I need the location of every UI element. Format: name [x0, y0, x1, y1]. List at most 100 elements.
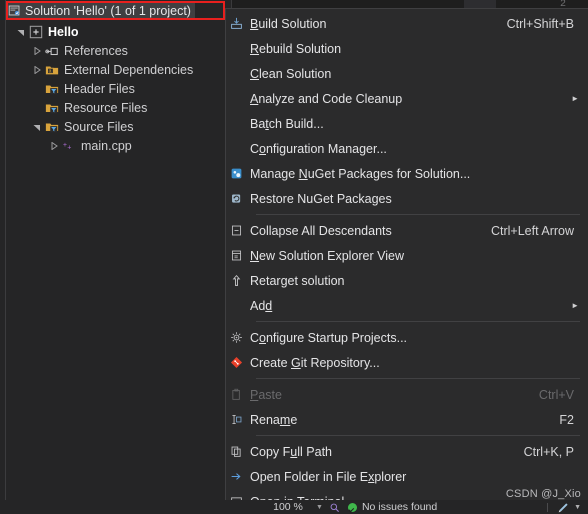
- status-bar-right-tools[interactable]: ▼: [557, 502, 588, 513]
- menu-item-shortcut: Ctrl+Shift+B: [506, 16, 574, 31]
- expander-collapsed-icon[interactable]: [47, 141, 60, 150]
- tree-item-external-dependencies[interactable]: a External Dependencies: [0, 60, 231, 79]
- menu-separator: [256, 378, 580, 379]
- menu-item-add[interactable]: Add ►: [226, 293, 588, 318]
- menu-item-shortcut: Ctrl+K, P: [523, 444, 574, 459]
- menu-item-create-git-repository[interactable]: Create Git Repository...: [226, 350, 588, 375]
- status-bar: 100 % ▼ No issues found ▼: [0, 500, 588, 514]
- menu-item-restore-nuget-packages[interactable]: Restore NuGet Packages: [226, 186, 588, 211]
- menu-item-label: Analyze and Code Cleanup: [250, 91, 403, 106]
- tree-item-label: References: [64, 43, 128, 58]
- magnifier-icon[interactable]: [329, 502, 348, 513]
- menu-item-label: Copy Full Path: [250, 444, 332, 459]
- rename-icon: [222, 413, 250, 426]
- menu-item-label: Add: [250, 298, 273, 313]
- tree-item-label: Source Files: [64, 119, 134, 134]
- copy-path-icon: [222, 445, 250, 458]
- menu-item-build-solution[interactable]: Build Solution Ctrl+Shift+B: [226, 11, 588, 36]
- expander-collapsed-icon[interactable]: [30, 46, 43, 55]
- filter-folder-icon: [43, 120, 60, 134]
- visual-studio-window: 2 Solution 'Hello' (1 of 1 project) Hell…: [0, 0, 588, 514]
- menu-item-analyze-and-code-cleanup[interactable]: Analyze and Code Cleanup ►: [226, 86, 588, 111]
- menu-item-configure-startup-projects[interactable]: Configure Startup Projects...: [226, 325, 588, 350]
- tree-item-source-files[interactable]: Source Files: [0, 117, 231, 136]
- paste-icon: [222, 388, 250, 401]
- menu-separator: [256, 435, 580, 436]
- solution-root-label: Solution 'Hello' (1 of 1 project): [25, 3, 191, 18]
- menu-item-paste: Paste Ctrl+V: [226, 382, 588, 407]
- collapse-icon: [222, 224, 250, 237]
- menu-item-rename[interactable]: Rename F2: [226, 407, 588, 432]
- menu-item-label: Configuration Manager...: [250, 141, 387, 156]
- menu-item-label: Manage NuGet Packages for Solution...: [250, 166, 471, 181]
- menu-item-configuration-manager[interactable]: Configuration Manager...: [226, 136, 588, 161]
- references-icon: [43, 44, 60, 58]
- watermark-text: CSDN @J_Xio: [505, 488, 581, 500]
- menu-item-label: Clean Solution: [250, 66, 332, 81]
- submenu-arrow-icon: ►: [571, 93, 579, 103]
- menu-separator: [256, 321, 580, 322]
- menu-item-rebuild-solution[interactable]: Rebuild Solution: [226, 36, 588, 61]
- build-icon: [222, 17, 250, 30]
- send-feedback-icon: [558, 502, 568, 512]
- submenu-arrow-icon: ►: [571, 300, 579, 310]
- issues-label: No issues found: [361, 501, 438, 513]
- solution-tree: Hello References a External Dependencies…: [0, 22, 231, 155]
- menu-item-label: Build Solution: [250, 16, 327, 31]
- retarget-icon: [222, 274, 250, 287]
- filter-folder-icon: [43, 82, 60, 96]
- check-circle-icon: [347, 502, 357, 512]
- svg-text:a: a: [48, 68, 51, 74]
- status-bar-divider: [547, 502, 549, 512]
- menu-item-shortcut: F2: [559, 412, 574, 427]
- expander-collapsed-icon[interactable]: [30, 65, 43, 74]
- tree-item-label: External Dependencies: [64, 62, 194, 77]
- chevron-down-icon[interactable]: ▼: [574, 504, 581, 511]
- menu-separator: [256, 214, 580, 215]
- tree-item-references[interactable]: References: [0, 41, 231, 60]
- tree-item-label: Hello: [48, 24, 79, 39]
- issues-status[interactable]: No issues found: [347, 501, 438, 513]
- menu-item-retarget-solution[interactable]: Retarget solution: [226, 268, 588, 293]
- menu-item-shortcut: Ctrl+Left Arrow: [490, 223, 574, 238]
- menu-item-label: Rename: [250, 412, 298, 427]
- chevron-down-icon[interactable]: ▼: [314, 504, 329, 511]
- solution-explorer-panel: Solution 'Hello' (1 of 1 project) Hello: [0, 0, 232, 514]
- menu-item-label: Restore NuGet Packages: [250, 191, 392, 206]
- menu-item-copy-full-path[interactable]: Copy Full Path Ctrl+K, P: [226, 439, 588, 464]
- menu-item-shortcut: Ctrl+V: [538, 387, 574, 402]
- tree-item-resource-files[interactable]: Resource Files: [0, 98, 231, 117]
- menu-item-manage-nuget-packages[interactable]: Manage NuGet Packages for Solution...: [226, 161, 588, 186]
- menu-item-new-solution-explorer-view[interactable]: New Solution Explorer View: [226, 243, 588, 268]
- menu-item-label: Retarget solution: [250, 273, 345, 288]
- dependencies-icon: a: [43, 63, 60, 77]
- menu-item-label: New Solution Explorer View: [250, 248, 405, 263]
- menu-item-label: Create Git Repository...: [250, 355, 380, 370]
- tree-item-header-files[interactable]: Header Files: [0, 79, 231, 98]
- project-cpp-icon: [27, 25, 44, 39]
- menu-item-label: Batch Build...: [250, 116, 324, 131]
- menu-item-open-folder-in-file-explorer[interactable]: Open Folder in File Explorer: [226, 464, 588, 489]
- tree-item-main-cpp[interactable]: + + main.cpp: [0, 136, 231, 155]
- git-icon: [222, 356, 250, 369]
- menu-item-batch-build[interactable]: Batch Build...: [226, 111, 588, 136]
- svg-text:+: +: [67, 144, 71, 152]
- tree-item-label: Header Files: [64, 81, 135, 96]
- expander-expanded-icon[interactable]: [30, 123, 43, 131]
- menu-item-clean-solution[interactable]: Clean Solution: [226, 61, 588, 86]
- tree-item-label: main.cpp: [81, 138, 132, 153]
- tree-item-label: Resource Files: [64, 100, 148, 115]
- menu-item-label: Open Folder in File Explorer: [250, 469, 407, 484]
- expander-expanded-icon[interactable]: [14, 28, 27, 36]
- new-view-icon: [222, 249, 250, 262]
- filter-folder-icon: [43, 101, 60, 115]
- solution-root-row[interactable]: Solution 'Hello' (1 of 1 project): [8, 3, 195, 18]
- zoom-level-label[interactable]: 100 %: [262, 501, 314, 513]
- startup-gear-icon: [222, 331, 250, 344]
- cpp-file-icon: + +: [60, 139, 77, 153]
- tree-item-hello[interactable]: Hello: [0, 22, 231, 41]
- solution-icon: [8, 4, 21, 17]
- solution-context-menu: Build Solution Ctrl+Shift+B Rebuild Solu…: [225, 8, 588, 509]
- nuget-restore-icon: [222, 192, 250, 205]
- menu-item-collapse-all-descendants[interactable]: Collapse All Descendants Ctrl+Left Arrow: [226, 218, 588, 243]
